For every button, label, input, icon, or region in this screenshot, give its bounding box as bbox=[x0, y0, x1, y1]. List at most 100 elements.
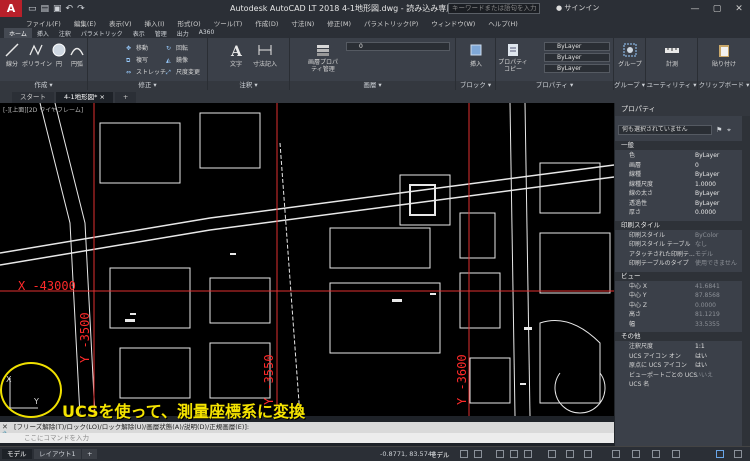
match-properties-tool[interactable]: プロパティ コピー bbox=[498, 42, 528, 73]
layers-panel-label[interactable]: 画層 ▾ bbox=[290, 81, 455, 90]
menu-icon[interactable] bbox=[734, 450, 742, 458]
property-row[interactable]: 線種尺度 1.0000 bbox=[615, 180, 750, 190]
redo-icon[interactable]: ↷ bbox=[77, 4, 85, 14]
new-tab-button[interactable]: + bbox=[114, 92, 137, 103]
properties-section[interactable]: 印刷スタイル bbox=[615, 220, 750, 230]
polyline-tool[interactable]: ポリライン bbox=[22, 42, 52, 68]
property-row[interactable]: 印刷テーブルのタイプ 使用できません bbox=[615, 259, 750, 269]
properties-section[interactable]: その他 bbox=[615, 332, 750, 341]
insert-tool[interactable]: 挿入 bbox=[462, 42, 490, 68]
layer-dropdown[interactable]: 0 bbox=[346, 42, 450, 51]
quick-select-icon[interactable]: ⚑ bbox=[716, 126, 722, 134]
annotation-panel-label[interactable]: 注釈 ▾ bbox=[208, 81, 289, 90]
text-tool[interactable]: A 文字 bbox=[226, 42, 246, 68]
drawing-canvas[interactable]: [-][上面][2D ワイヤフレーム] X -43000 Y -3500 Y -… bbox=[0, 103, 614, 416]
paste-tool[interactable]: 貼り付け bbox=[708, 42, 740, 68]
fullscreen-icon[interactable] bbox=[716, 450, 724, 458]
tab-home[interactable]: ホーム bbox=[4, 28, 32, 38]
line-tool[interactable]: 線分 bbox=[2, 42, 22, 68]
menu-modify[interactable]: 修正(M) bbox=[327, 18, 351, 28]
clean-screen-icon[interactable] bbox=[652, 450, 660, 458]
close-tab-icon[interactable]: × bbox=[99, 93, 104, 101]
snap-toggle-icon[interactable] bbox=[474, 450, 482, 458]
customize-icon[interactable] bbox=[672, 450, 680, 458]
property-row[interactable]: 幅 33.5355 bbox=[615, 320, 750, 330]
circle-tool[interactable]: 円 bbox=[50, 42, 68, 68]
isolate-objects-icon[interactable] bbox=[632, 450, 640, 458]
menu-tools[interactable]: ツール(T) bbox=[214, 18, 243, 28]
close-button[interactable]: ✕ bbox=[728, 0, 750, 17]
stretch-tool[interactable]: ⇔ ストレッチ bbox=[126, 67, 166, 77]
properties-panel-label[interactable]: プロパティ ▾ bbox=[496, 81, 613, 90]
command-input[interactable]: ここにコマンドを入力 bbox=[0, 433, 614, 443]
dimension-tool[interactable]: 寸法記入 bbox=[248, 42, 282, 68]
settings-icon[interactable] bbox=[584, 450, 592, 458]
menu-dimension[interactable]: 寸法(N) bbox=[291, 18, 314, 28]
property-row[interactable]: 注釈尺度 1:1 bbox=[615, 342, 750, 352]
property-row[interactable]: アタッチされた印刷テ... モデル bbox=[615, 250, 750, 260]
osnap-toggle-icon[interactable] bbox=[524, 450, 532, 458]
groups-panel-label[interactable]: グループ ▾ bbox=[614, 81, 645, 90]
menu-parametric[interactable]: パラメトリック(P) bbox=[364, 18, 418, 28]
select-objects-icon[interactable]: ⌖ bbox=[727, 126, 731, 135]
minimize-button[interactable]: — bbox=[684, 0, 706, 17]
measure-tool[interactable]: 計測 bbox=[658, 42, 686, 68]
property-row[interactable]: 中心 Y 87.8568 bbox=[615, 291, 750, 301]
ortho-toggle-icon[interactable] bbox=[496, 450, 504, 458]
undo-icon[interactable]: ↶ bbox=[66, 4, 74, 14]
workspace-icon[interactable] bbox=[566, 450, 574, 458]
property-row[interactable]: 厚さ 0.0000 bbox=[615, 208, 750, 218]
property-row[interactable]: UCS 名 bbox=[615, 380, 750, 390]
search-input[interactable]: キーワードまたは語句を入力 bbox=[448, 3, 540, 14]
property-row[interactable]: 原点に UCS アイコン はい bbox=[615, 361, 750, 371]
properties-section[interactable]: ビュー bbox=[615, 271, 750, 281]
property-row[interactable]: 中心 Z 0.0000 bbox=[615, 301, 750, 311]
property-row[interactable]: 印刷スタイル ByColor bbox=[615, 231, 750, 241]
menu-help[interactable]: ヘルプ(H) bbox=[488, 18, 517, 28]
property-row[interactable]: 透過性 ByLayer bbox=[615, 199, 750, 209]
model-tab[interactable]: モデル bbox=[2, 449, 32, 459]
maximize-button[interactable]: ▢ bbox=[706, 0, 728, 17]
app-logo[interactable]: A bbox=[0, 0, 22, 17]
block-panel-label[interactable]: ブロック ▾ bbox=[456, 81, 495, 90]
close-command-icon[interactable]: ✕ bbox=[2, 423, 10, 431]
property-row[interactable]: 色 ByLayer bbox=[615, 151, 750, 161]
grid-toggle-icon[interactable] bbox=[460, 450, 468, 458]
add-layout-button[interactable]: + bbox=[82, 449, 98, 459]
tab-manage[interactable]: 管理 bbox=[150, 28, 172, 38]
property-row[interactable]: ビューポートごとの UCS いいえ bbox=[615, 371, 750, 381]
selection-dropdown[interactable]: 何も選択されていません bbox=[618, 125, 712, 135]
viewport-controls[interactable]: [-][上面][2D ワイヤフレーム] bbox=[3, 105, 83, 114]
save-icon[interactable]: ▣ bbox=[53, 4, 62, 14]
rotate-tool[interactable]: ↻ 回転 bbox=[166, 43, 188, 53]
draw-panel-label[interactable]: 作成 ▾ bbox=[0, 81, 87, 90]
annotation-scale-icon[interactable] bbox=[548, 450, 556, 458]
move-tool[interactable]: ✥ 移動 bbox=[126, 43, 148, 53]
color-dropdown[interactable]: ByLayer bbox=[544, 42, 610, 51]
copy-tool[interactable]: ⧉ 複写 bbox=[126, 55, 148, 65]
open-icon[interactable]: ▤ bbox=[41, 4, 50, 14]
tab-insert[interactable]: 挿入 bbox=[32, 28, 54, 38]
arc-tool[interactable]: 円弧 bbox=[68, 42, 86, 68]
new-icon[interactable]: ▭ bbox=[28, 4, 37, 14]
layout-tab[interactable]: レイアウト1 bbox=[34, 449, 81, 459]
tab-output[interactable]: 出力 bbox=[172, 28, 194, 38]
polar-toggle-icon[interactable] bbox=[510, 450, 518, 458]
tab-view[interactable]: 表示 bbox=[128, 28, 150, 38]
signin-button[interactable]: ● サインイン bbox=[556, 3, 599, 13]
model-space-button[interactable]: モデル bbox=[430, 449, 450, 459]
menu-window[interactable]: ウィンドウ(W) bbox=[431, 18, 475, 28]
clipboard-panel-label[interactable]: クリップボード ▾ bbox=[698, 81, 750, 90]
hardware-acceleration-icon[interactable] bbox=[612, 450, 620, 458]
property-row[interactable]: UCS アイコン オン はい bbox=[615, 352, 750, 362]
menu-view[interactable]: 表示(V) bbox=[109, 18, 132, 28]
property-row[interactable]: 線種 ByLayer bbox=[615, 170, 750, 180]
property-row[interactable]: 印刷スタイル テーブル なし bbox=[615, 240, 750, 250]
property-row[interactable]: 高さ 81.1219 bbox=[615, 310, 750, 320]
tab-a360[interactable]: A360 bbox=[194, 28, 220, 38]
lineweight-dropdown[interactable]: ByLayer bbox=[544, 64, 610, 73]
utilities-panel-label[interactable]: ユーティリティ ▾ bbox=[646, 81, 697, 90]
menu-edit[interactable]: 編集(E) bbox=[74, 18, 96, 28]
property-row[interactable]: 中心 X 41.6841 bbox=[615, 282, 750, 292]
mirror-tool[interactable]: ◭ 鏡像 bbox=[166, 55, 188, 65]
